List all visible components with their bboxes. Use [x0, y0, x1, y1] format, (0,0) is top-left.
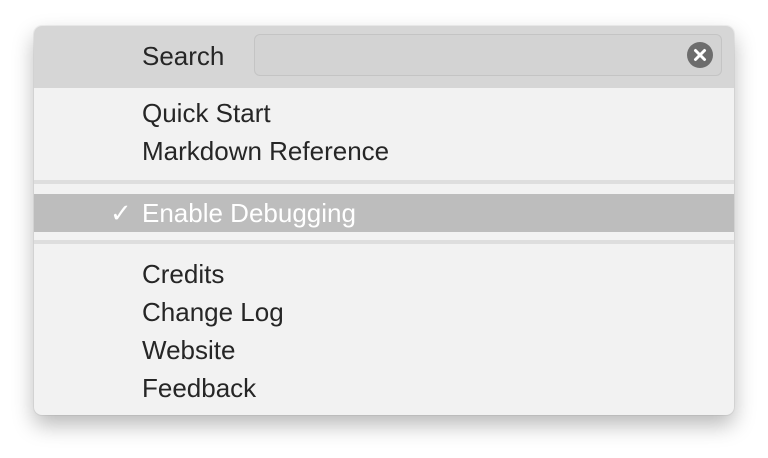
menu-separator [34, 180, 734, 184]
clear-search-button[interactable] [687, 42, 713, 68]
menu-item-label: Enable Debugging [142, 198, 356, 228]
menu-item-label: Credits [142, 259, 225, 289]
menu-item-label: Quick Start [142, 98, 271, 128]
menu-item-label: Website [142, 335, 236, 365]
menu-separator [34, 240, 734, 244]
menu-item-markdown-reference[interactable]: Markdown Reference [34, 132, 734, 170]
close-icon [694, 49, 706, 61]
checkmark-icon: ✓ [110, 198, 132, 228]
menu-item-quick-start[interactable]: Quick Start [34, 94, 734, 132]
menu-item-label: Markdown Reference [142, 136, 390, 166]
search-label: Search [142, 41, 225, 71]
help-menu: Search Quick Start Markdown Reference ✓ … [34, 26, 734, 415]
menu-item-label: Feedback [142, 373, 257, 403]
search-field[interactable] [254, 34, 722, 76]
menu-item-enable-debugging[interactable]: ✓ Enable Debugging [34, 194, 734, 232]
menu-item-feedback[interactable]: Feedback [34, 369, 734, 407]
menu-item-change-log[interactable]: Change Log [34, 293, 734, 331]
menu-item-label: Change Log [142, 297, 284, 327]
search-input[interactable] [265, 39, 679, 73]
menu-item-credits[interactable]: Credits [34, 255, 734, 293]
search-row: Search [34, 26, 734, 88]
menu-item-website[interactable]: Website [34, 331, 734, 369]
